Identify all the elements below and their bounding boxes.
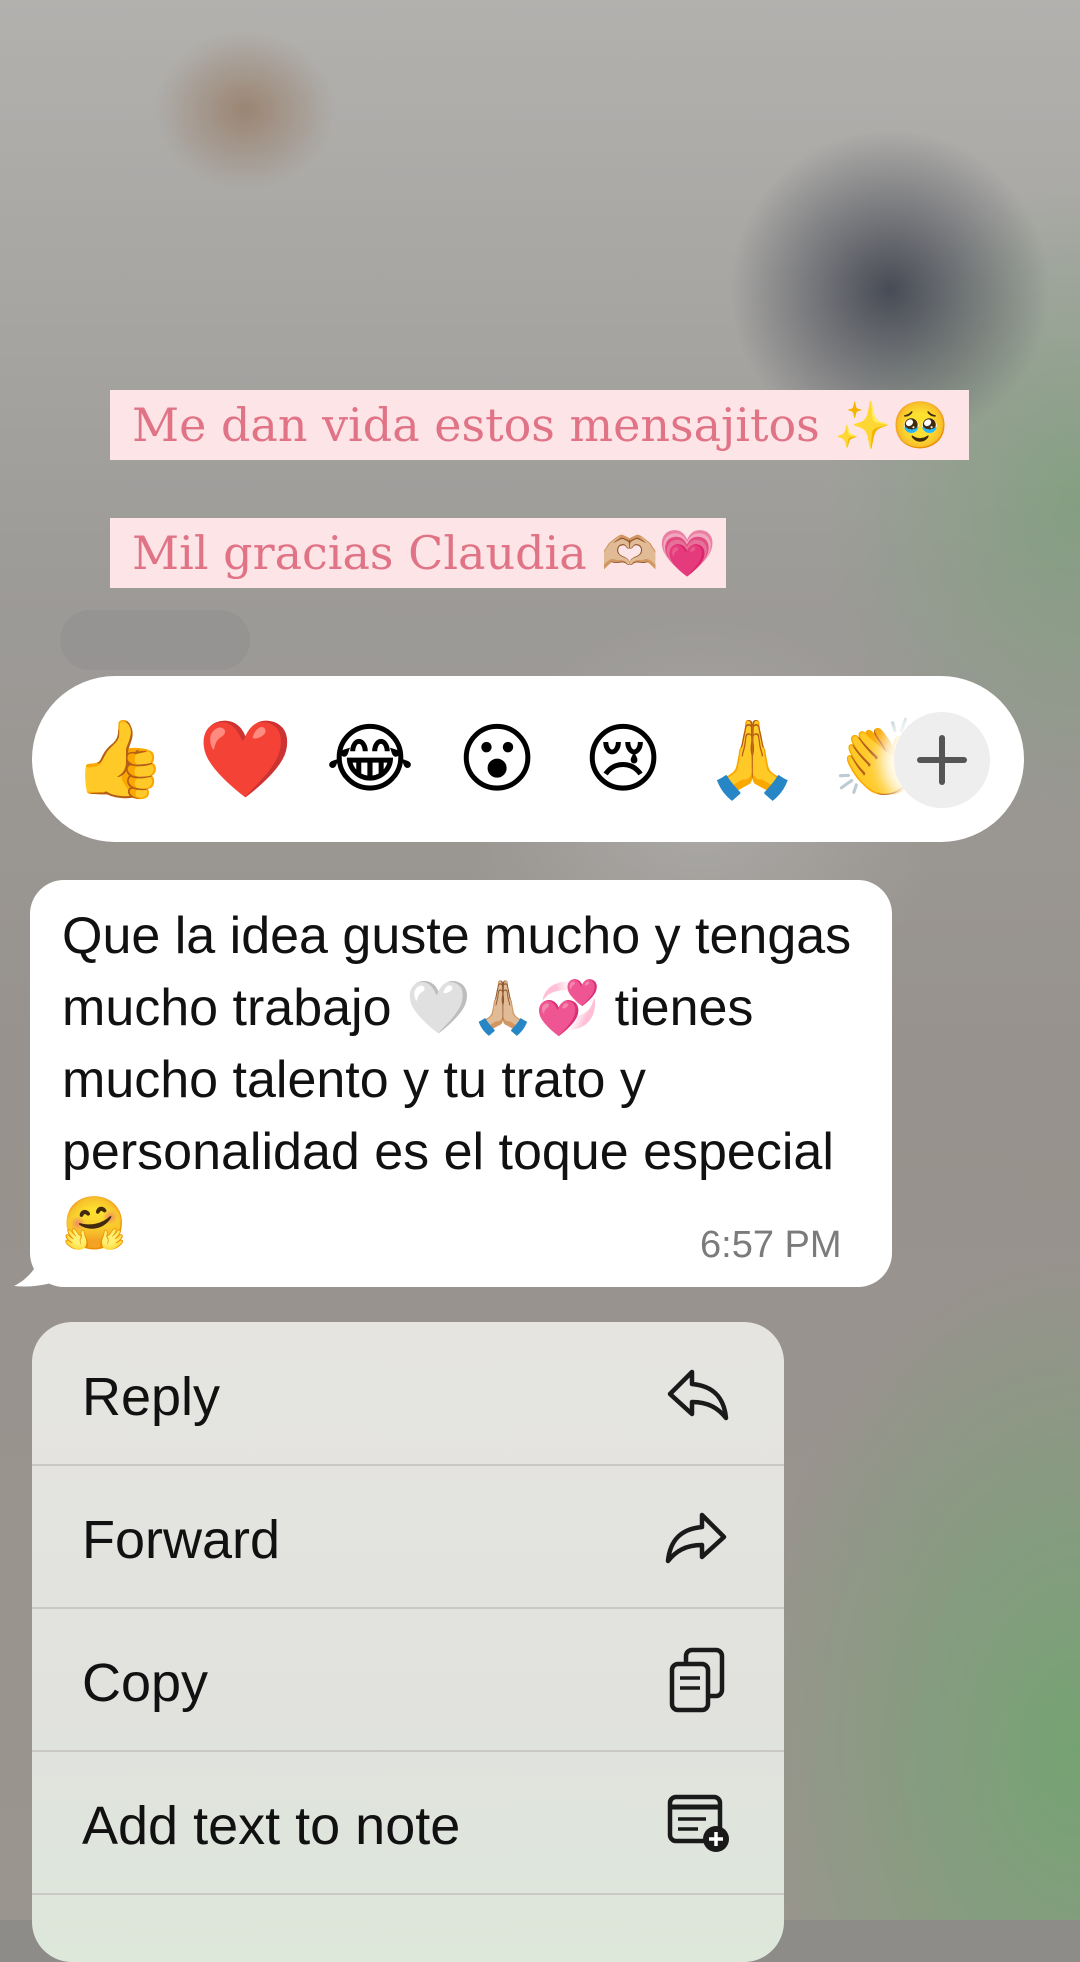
menu-item-label: Add text to note [82,1796,461,1856]
menu-item-copy[interactable]: Copy [32,1608,784,1752]
message-text: Que la idea guste mucho y tengas mucho t… [62,907,852,1253]
menu-item-reply[interactable]: Reply [32,1322,784,1466]
thumbs-up-icon[interactable]: 👍 [72,714,167,804]
message-timestamp: 6:57 PM [700,1224,842,1266]
story-caption-2: Mil gracias Claudia 🫶🏼💗 [110,518,726,588]
menu-item-label: Copy [82,1653,209,1713]
reaction-bar: 👍 ❤️ 😂 😮 😢 🙏 👏 [32,676,1024,842]
menu-item-add-text-to-note[interactable]: Add text to note [32,1751,784,1895]
reply-icon [667,1369,729,1421]
plus-icon [917,735,967,785]
menu-item-forward[interactable]: Forward [32,1465,784,1609]
surprised-face-icon[interactable]: 😮 [452,714,542,804]
menu-item-label: Reply [82,1367,221,1427]
copy-icon [669,1647,725,1713]
heart-icon[interactable]: ❤️ [198,714,293,804]
context-menu: Reply Forward Copy Add text to note [32,1322,784,1962]
crying-face-icon[interactable]: 😢 [578,714,668,804]
add-note-icon [667,1794,729,1852]
folded-hands-icon[interactable]: 🙏 [705,714,800,804]
menu-item-label: Forward [82,1510,281,1570]
story-caption-1: Me dan vida estos mensajitos ✨🥹 [110,390,969,460]
forward-icon [665,1512,727,1564]
tears-of-joy-icon[interactable]: 😂 [325,714,415,804]
add-reaction-button[interactable] [894,712,990,808]
